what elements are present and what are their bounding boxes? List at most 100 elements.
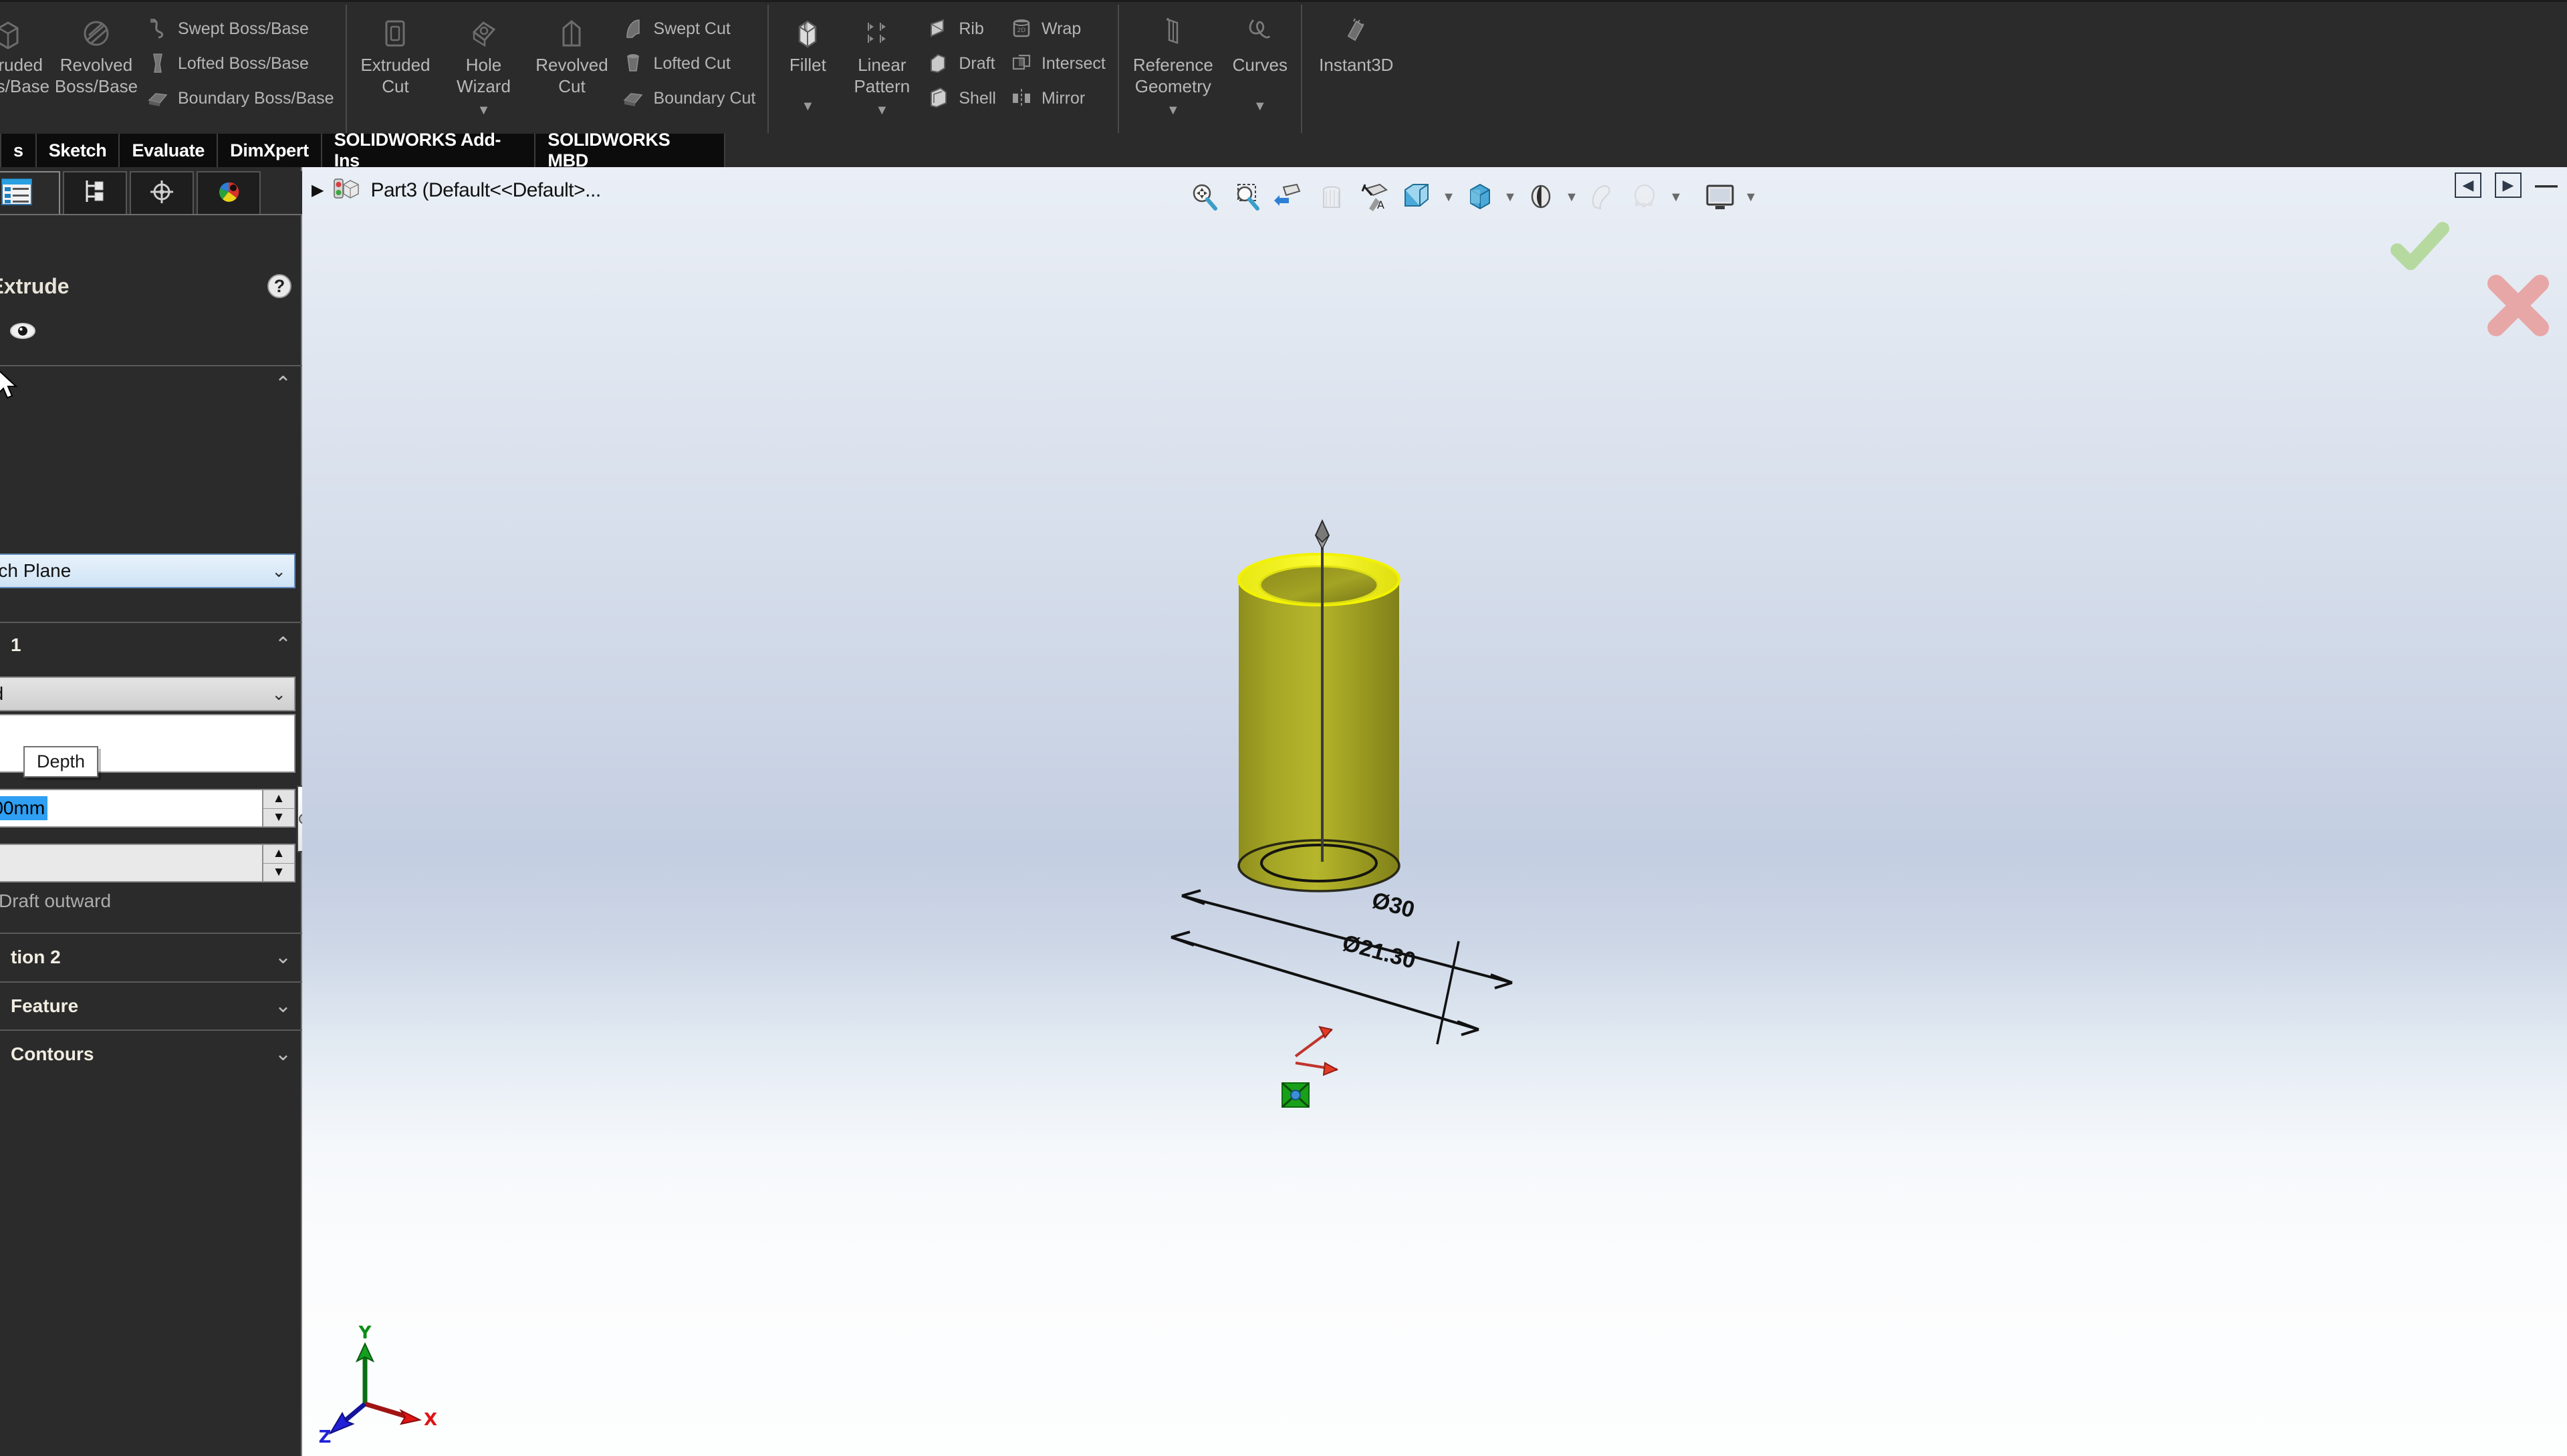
zoom-to-fit-icon[interactable] <box>1185 176 1223 218</box>
fillet-caret-icon[interactable]: ▼ <box>801 96 814 117</box>
swept-cut-button[interactable]: Swept Cut <box>616 11 763 46</box>
viewport-layout-icon[interactable] <box>1701 176 1739 218</box>
tab-property-manager[interactable] <box>0 171 60 214</box>
mirror-label: Mirror <box>1041 88 1086 108</box>
from-sketch-plane-select[interactable]: etch Plane ⌄ <box>0 554 295 588</box>
depth-spin-buttons[interactable]: ▲ ▼ <box>262 790 294 826</box>
display-style-caret-icon[interactable]: ▼ <box>1441 190 1456 205</box>
divider-thin-feature <box>0 981 302 983</box>
intersect-button[interactable]: Intersect <box>1004 46 1114 81</box>
view-settings-caret-icon[interactable]: ▼ <box>1669 190 1683 205</box>
section-selected-contours[interactable]: Contours ⌄ <box>0 1038 302 1071</box>
end-condition-select[interactable]: nd ⌄ <box>0 677 295 711</box>
swept-boss-base-button[interactable]: Swept Boss/Base <box>140 11 342 46</box>
tab-configuration-manager[interactable] <box>130 171 194 214</box>
tab-display-manager[interactable] <box>197 171 261 214</box>
chevron-up-icon[interactable]: ⌃ <box>275 374 291 394</box>
draft-angle-spin-buttons[interactable]: ▲ ▼ <box>262 845 294 881</box>
lofted-cut-button[interactable]: Lofted Cut <box>616 46 763 81</box>
property-manager-panel: s-Extrude ? ⌃ etch Plane ⌄ 1 ⌃ nd ⌄ <box>0 167 302 1456</box>
tab-sketch[interactable]: Sketch <box>37 134 120 167</box>
chevron-down-icon[interactable]: ⌄ <box>275 1044 291 1064</box>
hide-show-items-icon[interactable] <box>1460 176 1499 218</box>
tab-solidworks-addins[interactable]: SOLIDWORKS Add-Ins <box>322 130 536 170</box>
chevron-down-icon[interactable]: ⌄ <box>271 684 286 705</box>
graphics-viewport[interactable]: ▶ Part3 (Default<<Default>... A ▼ ▼ ▼ ▼ … <box>302 167 2567 1456</box>
section-thin-feature[interactable]: Feature ⌄ <box>0 989 302 1023</box>
extruded-boss-base-button[interactable]: Extruded Boss/Base <box>0 7 52 97</box>
draft-outward-checkbox-row[interactable]: Draft outward <box>0 890 111 912</box>
tab-features-clipped[interactable]: s <box>0 134 37 167</box>
curves-button[interactable]: Curves ▼ <box>1223 7 1297 117</box>
shell-button[interactable]: Shell <box>921 81 1004 116</box>
tab-feature-manager[interactable] <box>63 171 127 214</box>
rib-button[interactable]: Rib <box>921 11 1004 46</box>
draft-angle-spin-down-icon[interactable]: ▼ <box>263 864 294 882</box>
linear-pattern-caret-icon[interactable]: ▼ <box>875 100 888 121</box>
fillet-button[interactable]: Fillet ▼ <box>773 7 842 117</box>
expand-arrow-icon[interactable]: ▶ <box>312 180 324 200</box>
appearance-caret-icon[interactable]: ▼ <box>1564 190 1579 205</box>
display-style-icon[interactable] <box>1398 176 1437 218</box>
help-icon[interactable]: ? <box>267 274 291 298</box>
tab-dimxpert[interactable]: DimXpert <box>218 134 322 167</box>
revolved-cut-button[interactable]: Revolved Cut <box>527 7 616 97</box>
swept-boss-base-label: Swept Boss/Base <box>178 19 309 38</box>
draft-angle-stepper[interactable]: ▲ ▼ <box>0 844 295 882</box>
section-view-icon[interactable] <box>1313 176 1352 218</box>
revolved-boss-base-label: Revolved Boss/Base <box>54 55 138 96</box>
extruded-cut-icon <box>378 13 412 54</box>
draft-angle-input[interactable] <box>0 845 262 881</box>
previous-document-button[interactable]: ◀ <box>2455 172 2481 198</box>
section-direction1[interactable]: 1 ⌃ <box>0 628 302 662</box>
depth-stepper[interactable]: 0.00mm ▲ ▼ <box>0 789 295 828</box>
hide-show-caret-icon[interactable]: ▼ <box>1503 190 1517 205</box>
boundary-boss-base-button[interactable]: Boundary Boss/Base <box>140 81 342 116</box>
chevron-up-icon[interactable]: ⌃ <box>275 635 291 655</box>
chevron-down-icon[interactable]: ⌄ <box>275 947 291 967</box>
wrap-button[interactable]: 2D Wrap <box>1004 11 1114 46</box>
mirror-button[interactable]: Mirror <box>1004 81 1114 116</box>
lofted-boss-base-button[interactable]: Lofted Boss/Base <box>140 46 342 81</box>
view-settings-icon[interactable] <box>1626 176 1665 218</box>
tab-evaluate[interactable]: Evaluate <box>120 134 219 167</box>
curves-caret-icon[interactable]: ▼ <box>1253 96 1267 117</box>
draft-angle-spin-up-icon[interactable]: ▲ <box>263 845 294 864</box>
linear-pattern-button[interactable]: Linear Pattern ▼ <box>842 7 921 121</box>
depth-input[interactable]: 0.00mm <box>0 790 262 826</box>
extrude-drag-handle[interactable] <box>1314 519 1331 867</box>
reference-geometry-button[interactable]: Reference Geometry ▼ <box>1123 7 1223 121</box>
depth-spin-down-icon[interactable]: ▼ <box>263 809 294 827</box>
viewport-layout-caret-icon[interactable]: ▼ <box>1743 190 1758 205</box>
section-from[interactable]: ⌃ <box>0 368 302 401</box>
hole-wizard-caret-icon[interactable]: ▼ <box>477 100 491 121</box>
confirm-ok-button[interactable] <box>2388 221 2452 277</box>
tab-solidworks-mbd[interactable]: SOLIDWORKS MBD <box>535 130 725 170</box>
chevron-down-icon[interactable]: ⌄ <box>271 561 286 582</box>
dimension-annotations[interactable] <box>1165 862 1539 1116</box>
modify-small-stack-2: 2D Wrap Intersect Mirror <box>1004 7 1114 116</box>
triad-y-label: Y <box>358 1324 372 1343</box>
zoom-to-area-icon[interactable] <box>1227 176 1266 218</box>
minimize-button[interactable]: — <box>2535 174 2558 197</box>
triad-z-label: Z <box>319 1427 332 1444</box>
apply-scene-icon[interactable] <box>1583 176 1622 218</box>
feature-tree-root-row[interactable]: ▶ Part3 (Default<<Default>... <box>302 175 601 205</box>
section-direction2[interactable]: tion 2 ⌄ <box>0 941 302 974</box>
depth-spin-up-icon[interactable]: ▲ <box>263 790 294 809</box>
chevron-down-icon[interactable]: ⌄ <box>275 996 291 1016</box>
instant3d-button[interactable]: Instant3D <box>1306 7 1407 76</box>
revolved-boss-base-button[interactable]: Revolved Boss/Base <box>52 7 140 97</box>
lofted-cut-icon <box>620 50 646 77</box>
boundary-cut-button[interactable]: Boundary Cut <box>616 81 763 116</box>
next-document-button[interactable]: ▶ <box>2495 172 2522 198</box>
draft-button[interactable]: Draft <box>921 46 1004 81</box>
view-orientation-icon[interactable]: A <box>1356 176 1394 218</box>
preview-eye-icon[interactable] <box>8 320 37 346</box>
previous-view-icon[interactable] <box>1270 176 1309 218</box>
hole-wizard-button[interactable]: Hole Wizard ▼ <box>439 7 527 121</box>
edit-appearance-icon[interactable] <box>1521 176 1560 218</box>
reference-geometry-caret-icon[interactable]: ▼ <box>1167 100 1180 121</box>
confirm-cancel-button[interactable] <box>2481 269 2555 346</box>
extruded-cut-button[interactable]: Extruded Cut <box>351 7 439 97</box>
